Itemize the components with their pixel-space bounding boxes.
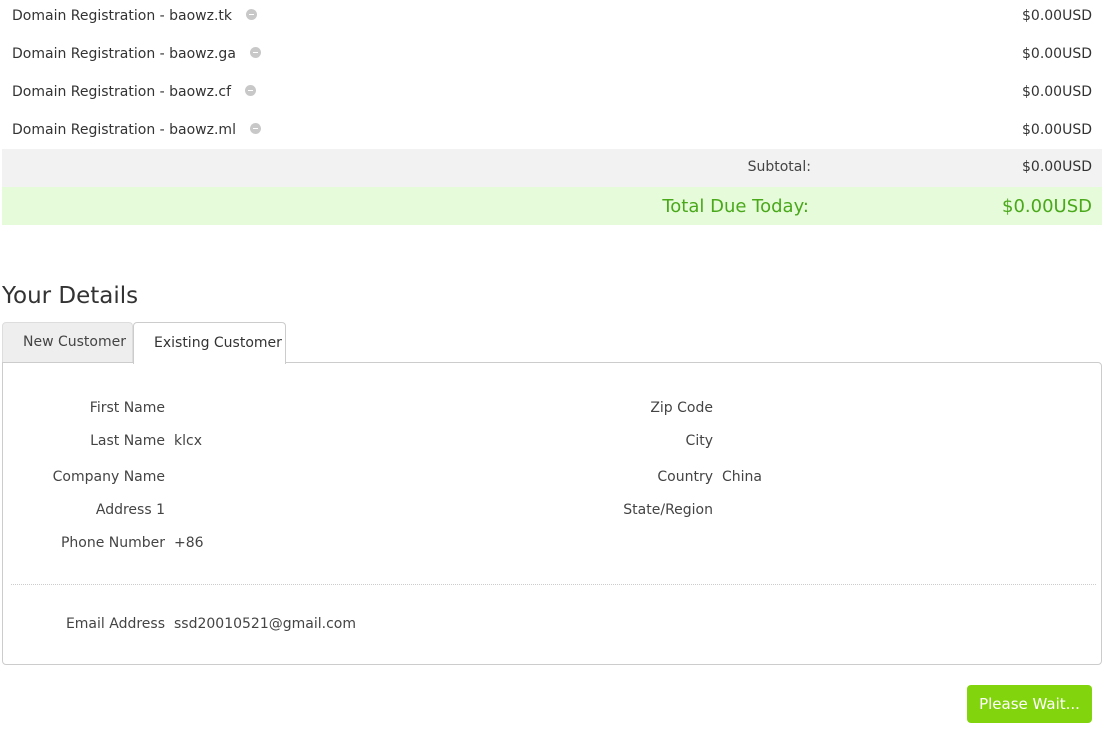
order-item-row: Domain Registration - baowz.tk $0.00USD xyxy=(2,0,1102,38)
last-name-label: Last Name xyxy=(90,433,165,449)
total-due-value: $0.00USD xyxy=(1002,196,1092,217)
subtotal-label: Subtotal: xyxy=(747,159,811,175)
phone-number-value: +86 xyxy=(174,535,204,551)
state-region-label: State/Region xyxy=(623,502,713,518)
order-item-price: $0.00USD xyxy=(1022,84,1092,100)
remove-item-icon[interactable] xyxy=(249,47,261,58)
order-item-row: Domain Registration - baowz.ml $0.00USD xyxy=(2,114,1102,152)
total-due-label: Total Due Today: xyxy=(662,196,809,217)
total-due-row: Total Due Today: $0.00USD xyxy=(2,187,1102,225)
order-item-description: Domain Registration - baowz.ga xyxy=(12,46,236,62)
your-details-heading: Your Details xyxy=(2,283,139,309)
please-wait-button[interactable]: Please Wait... xyxy=(967,685,1092,723)
subtotal-value: $0.00USD xyxy=(1022,159,1092,175)
remove-item-icon[interactable] xyxy=(245,85,257,96)
country-label: Country xyxy=(657,469,713,485)
order-item-description: Domain Registration - baowz.cf xyxy=(12,84,232,100)
details-divider xyxy=(11,584,1096,585)
zip-code-label: Zip Code xyxy=(650,400,713,416)
email-address-value: ssd20010521@gmail.com xyxy=(174,616,356,632)
order-item-row: Domain Registration - baowz.cf $0.00USD xyxy=(2,76,1102,114)
tab-existing-customer[interactable]: Existing Customer xyxy=(133,322,286,364)
phone-number-label: Phone Number xyxy=(60,535,165,551)
order-item-price: $0.00USD xyxy=(1022,122,1092,138)
email-address-label: Email Address xyxy=(65,616,165,632)
subtotal-row: Subtotal: $0.00USD xyxy=(2,149,1102,187)
order-item-row: Domain Registration - baowz.ga $0.00USD xyxy=(2,38,1102,76)
remove-item-icon[interactable] xyxy=(249,123,261,134)
company-name-label: Company Name xyxy=(52,469,165,485)
remove-item-icon[interactable] xyxy=(246,9,258,20)
order-item-description: Domain Registration - baowz.ml xyxy=(12,122,236,138)
customer-details-panel: First Name Last Name klcx Company Name A… xyxy=(2,362,1102,665)
first-name-label: First Name xyxy=(89,400,165,416)
last-name-value: klcx xyxy=(174,433,202,449)
order-item-price: $0.00USD xyxy=(1022,46,1092,62)
country-value: China xyxy=(722,469,762,485)
order-item-description: Domain Registration - baowz.tk xyxy=(12,8,233,24)
order-item-price: $0.00USD xyxy=(1022,8,1092,24)
order-summary-page: Domain Registration - baowz.tk $0.00USD … xyxy=(0,0,1107,736)
tab-new-customer[interactable]: New Customer xyxy=(2,322,133,362)
address1-label: Address 1 xyxy=(95,502,165,518)
city-label: City xyxy=(685,433,713,449)
order-items: Domain Registration - baowz.tk $0.00USD … xyxy=(2,0,1102,152)
